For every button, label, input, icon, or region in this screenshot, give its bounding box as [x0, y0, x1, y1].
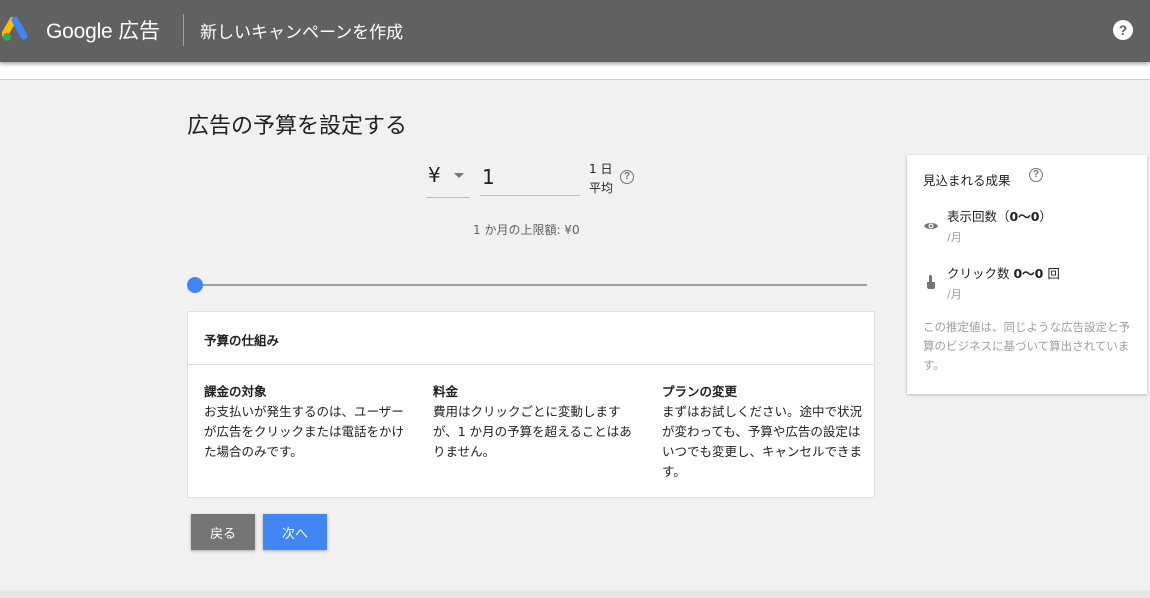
- currency-symbol: ¥: [428, 163, 441, 187]
- per-day-line2: 平均: [589, 181, 614, 195]
- info-column-title: 料金: [433, 384, 459, 399]
- next-button[interactable]: 次へ: [263, 514, 327, 550]
- per-day-label: 1 日 平均: [589, 160, 613, 198]
- dropdown-caret-icon: [454, 173, 464, 178]
- clicks-metric: クリック数 0〜0 回: [947, 263, 1060, 282]
- impressions-unit: /月: [947, 231, 962, 244]
- clicks-prefix: クリック数: [947, 266, 1014, 281]
- header-title: 新しいキャンペーンを作成: [200, 23, 404, 43]
- per-day-line1: 1 日: [589, 162, 613, 176]
- header-divider: [183, 14, 184, 46]
- budget-help-icon[interactable]: ?: [620, 170, 634, 184]
- budget-slider-thumb[interactable]: [187, 277, 203, 293]
- clicks-suffix: 回: [1043, 266, 1060, 281]
- impressions-metric: 表示回数（0〜0）: [947, 206, 1052, 225]
- clicks-unit: /月: [947, 288, 962, 301]
- info-column-title: 課金の対象: [204, 384, 267, 399]
- impressions-prefix: 表示回数（: [947, 209, 1010, 224]
- info-column-cost: 料金 費用はクリックごとに変動しますが、1 か月の予算を超えることはありません。: [433, 382, 633, 462]
- eye-icon: [924, 223, 938, 229]
- info-column-title: プランの変更: [662, 384, 738, 399]
- info-column-body: 費用はクリックごとに変動しますが、1 か月の予算を超えることはありません。: [433, 404, 632, 459]
- page-title: 広告の予算を設定する: [187, 114, 408, 139]
- results-help-icon[interactable]: ?: [1029, 168, 1043, 182]
- app-header: Google 広告 新しいキャンペーンを作成 ?: [0, 0, 1150, 62]
- footer-strip: [0, 590, 1150, 598]
- progress-bar-strip: [0, 62, 1150, 80]
- info-column-body: お支払いが発生するのは、ユーザーが広告をクリックまたは電話をかけた場合のみです。: [204, 404, 405, 459]
- info-column-body: まずはお試しください。途中で状況が変わっても、予算や広告の設定はいつでも変更し、…: [662, 404, 863, 479]
- brand-name: Google 広告: [46, 20, 160, 43]
- budget-info-card: 予算の仕組み 課金の対象 お支払いが発生するのは、ユーザーが広告をクリックまたは…: [187, 311, 875, 498]
- info-column-plan-change: プランの変更 まずはお試しください。途中で状況が変わっても、予算や広告の設定はい…: [662, 382, 862, 482]
- monthly-limit-text: 1 か月の上限額: ¥0: [473, 223, 580, 237]
- pointer-hand-icon: [927, 275, 935, 289]
- estimated-results-panel: 見込まれる成果 ? 表示回数（0〜0） /月 クリック数 0〜0 回 /月 この…: [907, 155, 1147, 394]
- budget-slider-track[interactable]: [195, 284, 867, 286]
- panel-title: 見込まれる成果: [923, 173, 1011, 188]
- impressions-value: 0〜0: [1009, 209, 1040, 224]
- back-button[interactable]: 戻る: [191, 514, 255, 550]
- clicks-value: 0〜0: [1013, 266, 1044, 281]
- card-title: 予算の仕組み: [204, 333, 280, 348]
- impressions-suffix: ）: [1039, 209, 1052, 224]
- card-header: 予算の仕組み: [188, 312, 874, 365]
- currency-select[interactable]: ¥: [426, 160, 470, 198]
- google-ads-logo[interactable]: [2, 17, 34, 43]
- budget-amount-input[interactable]: [480, 158, 580, 196]
- estimate-note: この推定値は、同じような広告設定と予算のビジネスに基づいて算出されています。: [923, 320, 1130, 372]
- help-icon[interactable]: ?: [1113, 20, 1133, 40]
- info-column-billing: 課金の対象 お支払いが発生するのは、ユーザーが広告をクリックまたは電話をかけた場…: [204, 382, 404, 462]
